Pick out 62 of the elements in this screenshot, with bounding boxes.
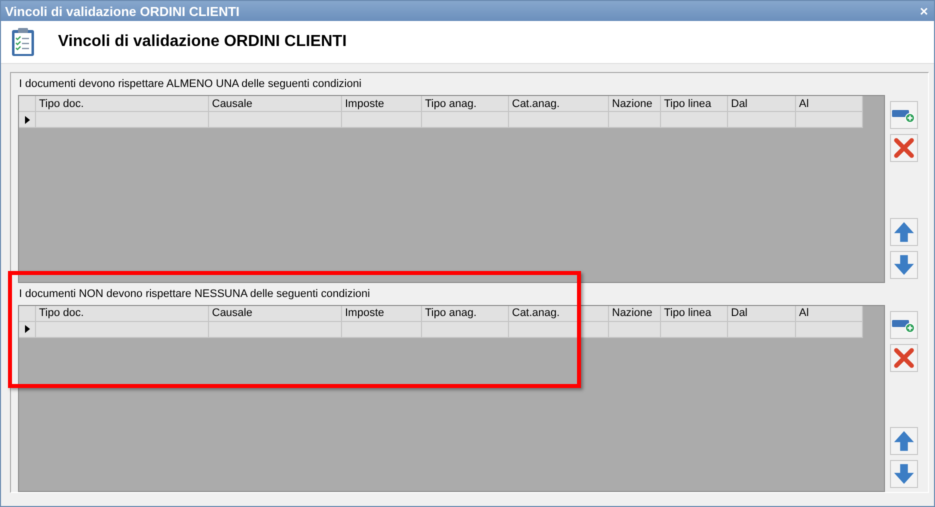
add-row-icon [892,107,916,123]
column-header[interactable]: Dal [728,96,796,112]
table-cell[interactable] [36,322,209,338]
column-header[interactable]: Causale [209,96,342,112]
column-header[interactable]: Al [796,96,863,112]
delete-icon [893,137,915,159]
add-row-button[interactable] [890,101,918,129]
grid-corner [19,96,36,112]
table-cell[interactable] [728,322,796,338]
table-cell[interactable] [509,112,609,128]
row-header[interactable] [19,322,36,338]
arrow-down-icon [893,254,915,276]
column-header[interactable]: Imposte [342,306,422,322]
arrow-up-icon [893,430,915,452]
table-cell[interactable] [796,322,863,338]
column-header[interactable]: Cat.anag. [509,96,609,112]
table-cell[interactable] [661,112,728,128]
row-pointer-icon [24,116,30,124]
section-label: I documenti devono rispettare ALMENO UNA delle seguenti condizioni [18,77,362,92]
table-cell[interactable] [209,112,342,128]
column-header[interactable]: Nazione [609,306,661,322]
column-header[interactable]: Cat.anag. [509,306,609,322]
table-cell[interactable] [661,322,728,338]
table-cell[interactable] [209,322,342,338]
column-header[interactable]: Imposte [342,96,422,112]
table-cell[interactable] [342,322,422,338]
add-row-button[interactable] [890,310,918,338]
table-cell[interactable] [609,112,661,128]
arrow-up-icon [893,220,915,242]
column-header[interactable]: Nazione [609,96,661,112]
column-header[interactable]: Tipo anag. [422,306,509,322]
table-cell[interactable] [728,112,796,128]
row-header[interactable] [19,112,36,128]
column-header[interactable]: Dal [728,306,796,322]
column-header[interactable]: Tipo doc. [36,96,209,112]
column-header[interactable]: Tipo doc. [36,306,209,322]
move-down-button[interactable] [890,460,918,488]
table-cell[interactable] [342,112,422,128]
row-pointer-icon [24,325,30,333]
delete-icon [893,346,915,368]
column-header[interactable]: Tipo linea [661,96,728,112]
move-down-button[interactable] [890,250,918,278]
window-title: Vincoli di validazione ORDINI CLIENTI [5,4,240,18]
column-header[interactable]: Causale [209,306,342,322]
table-cell[interactable] [509,322,609,338]
table-cell[interactable] [609,322,661,338]
delete-button[interactable] [890,134,918,162]
table-cell[interactable] [422,112,509,128]
checklist-icon [11,27,35,57]
column-header[interactable]: Tipo linea [661,306,728,322]
arrow-down-icon [893,463,915,485]
section-label: I documenti NON devono rispettare NESSUNA delle seguenti condizioni [18,286,371,302]
table-cell[interactable] [796,112,863,128]
table-cell[interactable] [422,322,509,338]
move-up-button[interactable] [890,218,918,246]
move-up-button[interactable] [890,427,918,455]
dialog-heading: Vincoli di validazione ORDINI CLIENTI [58,33,347,51]
table-cell[interactable] [36,112,209,128]
column-header[interactable]: Al [796,306,863,322]
column-header[interactable]: Tipo anag. [422,96,509,112]
grid-corner [19,306,36,322]
delete-button[interactable] [890,344,918,372]
